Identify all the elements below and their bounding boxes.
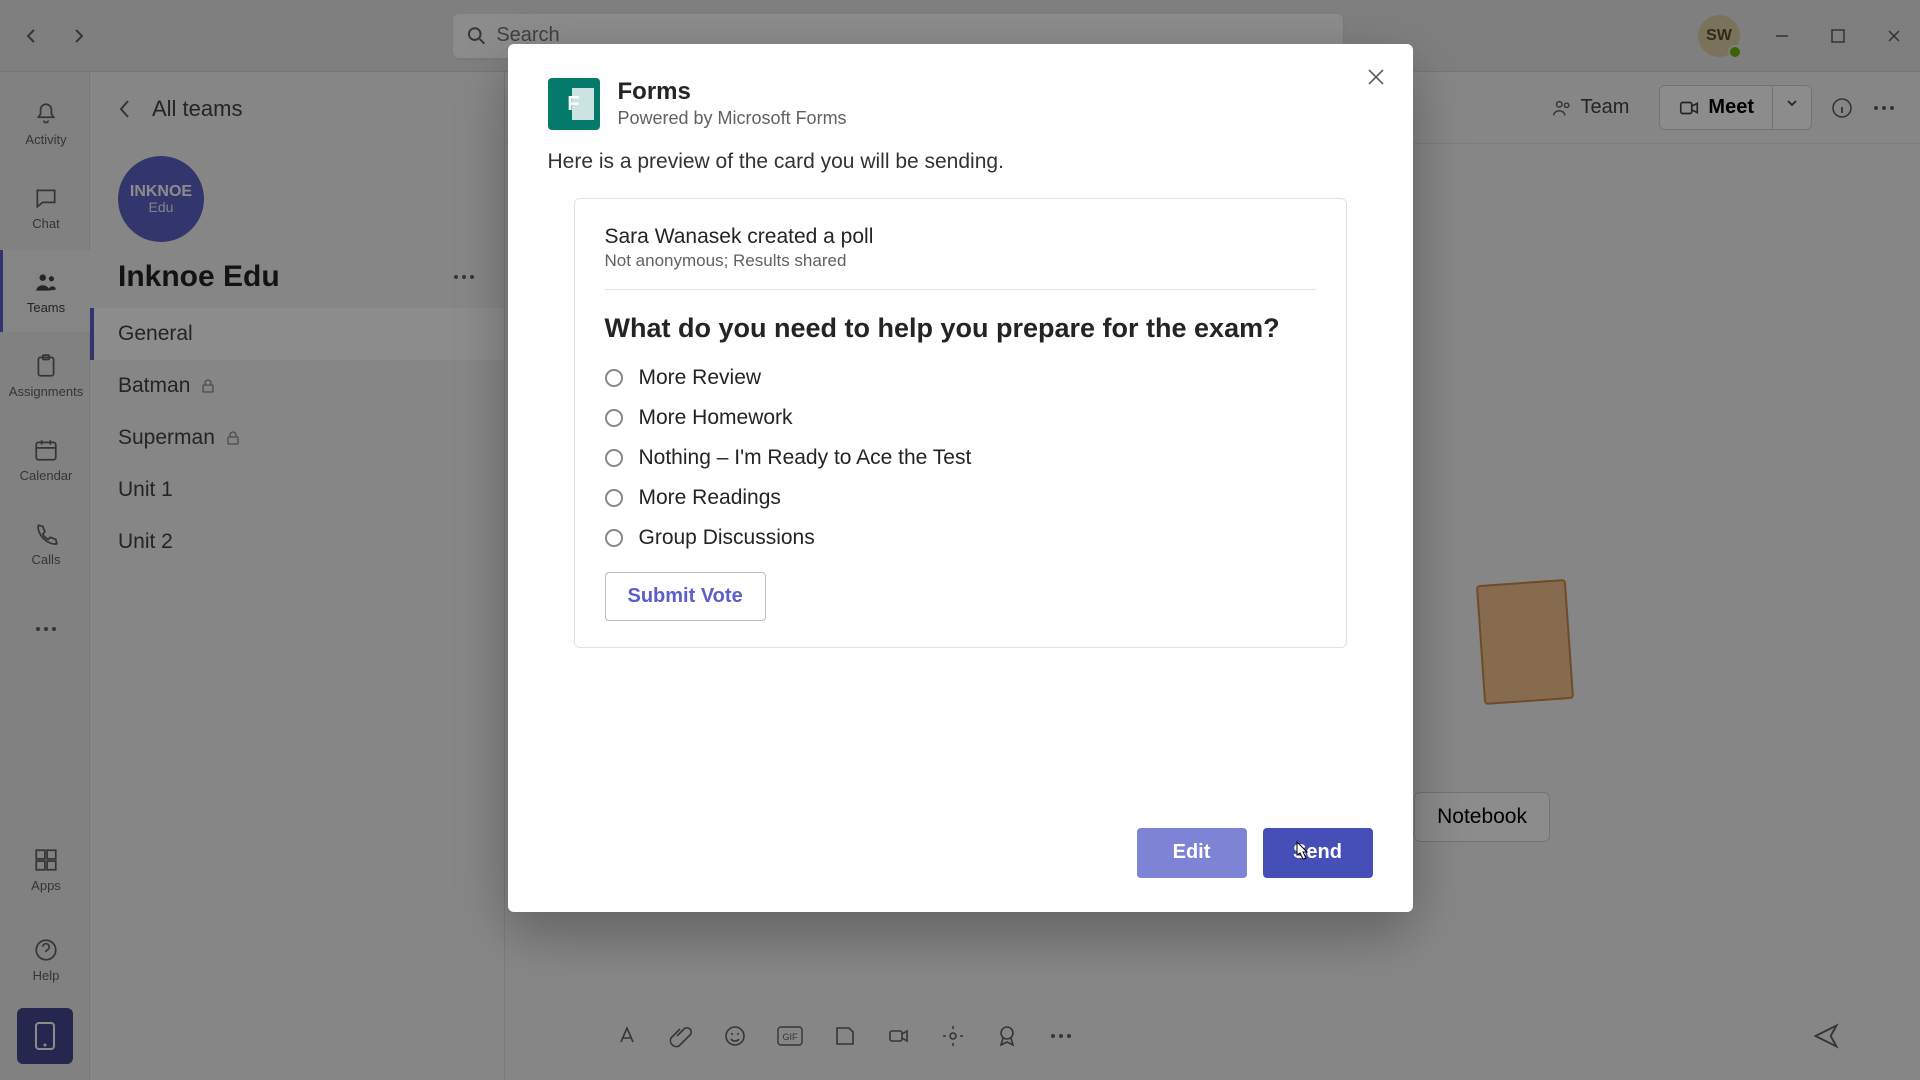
poll-option[interactable]: Nothing – I'm Ready to Ace the Test bbox=[605, 446, 1316, 470]
poll-meta: Not anonymous; Results shared bbox=[605, 251, 1316, 271]
poll-option[interactable]: More Homework bbox=[605, 406, 1316, 430]
radio-icon bbox=[605, 409, 623, 427]
edit-button[interactable]: Edit bbox=[1137, 828, 1247, 878]
submit-label: Submit Vote bbox=[628, 585, 743, 607]
option-label: More Readings bbox=[639, 486, 781, 510]
forms-app-icon: F bbox=[548, 78, 600, 130]
submit-vote-button[interactable]: Submit Vote bbox=[605, 572, 766, 621]
poll-question: What do you need to help you prepare for… bbox=[605, 312, 1316, 346]
edit-label: Edit bbox=[1173, 841, 1211, 864]
close-icon bbox=[1365, 66, 1387, 88]
poll-options: More Review More Homework Nothing – I'm … bbox=[605, 366, 1316, 550]
radio-icon bbox=[605, 529, 623, 547]
preview-description: Here is a preview of the card you will b… bbox=[548, 150, 1373, 174]
radio-icon bbox=[605, 369, 623, 387]
radio-icon bbox=[605, 489, 623, 507]
modal-subtitle: Powered by Microsoft Forms bbox=[618, 108, 847, 129]
option-label: Nothing – I'm Ready to Ace the Test bbox=[639, 446, 972, 470]
option-label: More Homework bbox=[639, 406, 793, 430]
radio-icon bbox=[605, 449, 623, 467]
modal-title: Forms bbox=[618, 78, 847, 106]
poll-option[interactable]: Group Discussions bbox=[605, 526, 1316, 550]
option-label: More Review bbox=[639, 366, 762, 390]
send-label: Send bbox=[1293, 841, 1342, 864]
divider bbox=[605, 289, 1316, 290]
poll-card-preview: Sara Wanasek created a poll Not anonymou… bbox=[574, 198, 1347, 648]
option-label: Group Discussions bbox=[639, 526, 815, 550]
poll-option[interactable]: More Review bbox=[605, 366, 1316, 390]
modal-scrim[interactable]: F Forms Powered by Microsoft Forms Here … bbox=[0, 0, 1920, 1080]
modal-close-button[interactable] bbox=[1365, 66, 1387, 88]
poll-option[interactable]: More Readings bbox=[605, 486, 1316, 510]
poll-author-line: Sara Wanasek created a poll bbox=[605, 225, 1316, 249]
forms-preview-modal: F Forms Powered by Microsoft Forms Here … bbox=[508, 44, 1413, 912]
modal-actions: Edit Send bbox=[548, 828, 1373, 878]
send-button[interactable]: Send bbox=[1263, 828, 1373, 878]
